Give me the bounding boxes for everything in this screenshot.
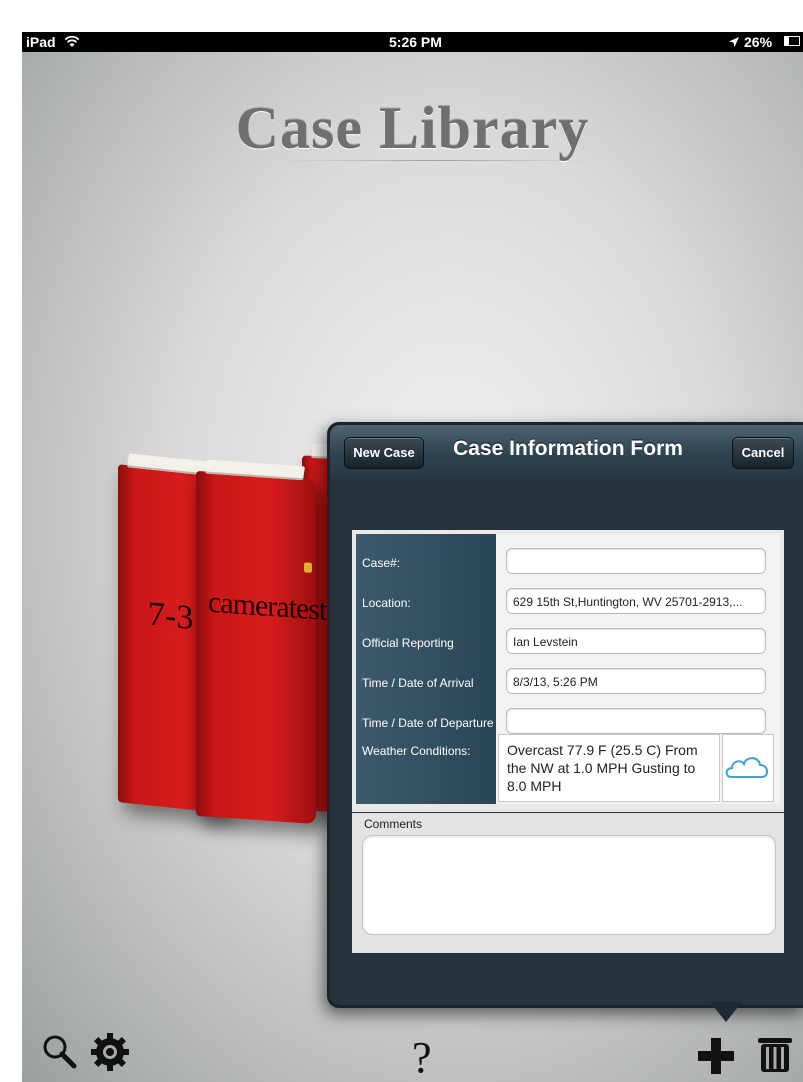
- weather-icon-button[interactable]: [722, 734, 774, 802]
- bookmark-tab: [304, 562, 312, 573]
- battery-percent: 26%: [744, 34, 773, 50]
- departure-label: Time / Date of Departure: [362, 716, 494, 730]
- page-title: Case Library: [235, 95, 590, 161]
- official-reporting-field[interactable]: Ian Levstein: [506, 628, 766, 654]
- weather-field[interactable]: Overcast 77.9 F (25.5 C) From the NW at …: [498, 734, 720, 802]
- weather-label: Weather Conditions:: [362, 744, 471, 758]
- help-button[interactable]: ?: [412, 1032, 432, 1082]
- cloud-icon: [725, 757, 768, 778]
- form-fields-column: 629 15th St,Huntington, WV 25701-2913,..…: [496, 534, 780, 804]
- comments-textarea[interactable]: [362, 835, 776, 935]
- case-information-popover: Case Information Form New Case Cancel Ca…: [327, 422, 803, 1008]
- official-reporting-label: Official Reporting: [362, 636, 454, 650]
- location-label: Location:: [362, 596, 411, 610]
- comments-label: Comments: [364, 817, 423, 831]
- departure-field[interactable]: [506, 708, 766, 734]
- new-case-button[interactable]: New Case: [344, 437, 424, 469]
- location-arrow-icon: [729, 37, 739, 47]
- case-number-label: Case#:: [362, 556, 401, 570]
- case-number-field[interactable]: [506, 548, 766, 574]
- case-form: Case#: Location: Official Reporting Time…: [352, 530, 784, 812]
- arrival-field[interactable]: 8/3/13, 5:26 PM: [506, 668, 766, 694]
- add-icon[interactable]: [696, 1036, 736, 1076]
- status-bar: iPad 5:26 PM 26%: [22, 32, 803, 52]
- popover-arrow: [710, 1002, 742, 1022]
- arrival-label: Time / Date of Arrival: [362, 676, 474, 690]
- gear-icon[interactable]: [88, 1030, 132, 1074]
- battery-icon: [784, 36, 800, 46]
- app-screen: iPad 5:26 PM 26% Case Library 7-31 camer…: [22, 32, 803, 1082]
- book-pages: [205, 459, 305, 481]
- title-underline: [282, 160, 592, 161]
- search-icon[interactable]: [40, 1032, 80, 1072]
- status-time: 5:26 PM: [389, 34, 442, 50]
- cancel-button[interactable]: Cancel: [732, 437, 794, 469]
- wifi-icon: [64, 35, 80, 47]
- popover-header: Case Information Form New Case Cancel: [330, 425, 803, 479]
- location-field[interactable]: 629 15th St,Huntington, WV 25701-2913,..…: [506, 588, 766, 614]
- book-label: cameratest: [208, 585, 327, 627]
- form-labels-column: Case#: Location: Official Reporting Time…: [356, 534, 496, 804]
- trash-icon[interactable]: [756, 1034, 794, 1074]
- comments-section: Comments: [352, 813, 784, 953]
- device-name: iPad: [26, 34, 56, 50]
- case-book[interactable]: cameratest: [196, 459, 326, 825]
